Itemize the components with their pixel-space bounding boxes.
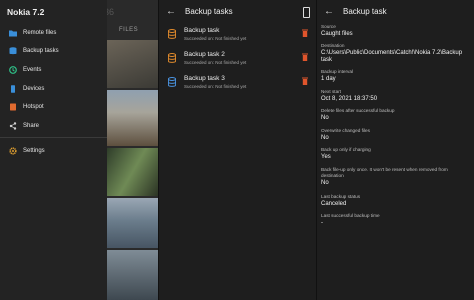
- task-status: Succeeded on: Not finished yet: [184, 60, 247, 65]
- field-label: Source: [321, 24, 336, 29]
- nav-divider: [0, 137, 107, 138]
- share-icon: [9, 121, 17, 130]
- nav-item-remote-files[interactable]: Remote files: [0, 24, 107, 41]
- detail-last-backup-status[interactable]: Last backup status Canceled: [321, 194, 471, 208]
- backup-task-detail-screen: ← Backup task Source Caught files Destin…: [316, 0, 474, 300]
- backup-task-row[interactable]: Backup task Succeeded on: Not finished y…: [159, 24, 317, 48]
- page-title: Backup task: [343, 7, 387, 16]
- app-title: Nokia 7.2: [7, 7, 45, 17]
- field-value: 1 day: [321, 76, 336, 82]
- delete-icon[interactable]: [302, 53, 308, 61]
- detail-back-up-once[interactable]: Back file-up only once. It won't be rese…: [321, 167, 471, 187]
- database-icon: [168, 29, 176, 39]
- field-label: Last backup status: [321, 194, 361, 199]
- navigation-screen: FILES 36 Nokia 7.2 Remote files Backup t…: [0, 0, 158, 300]
- database-icon: [168, 53, 176, 63]
- field-value: Canceled: [321, 201, 347, 207]
- top-app-bar: ← Backup task: [317, 0, 474, 24]
- detail-delete-after-backup[interactable]: Delete files after successful backup No: [321, 108, 471, 122]
- photo-tile[interactable]: [107, 148, 158, 196]
- nav-label: Hotspot: [23, 103, 44, 110]
- photo-grid-background: FILES: [107, 0, 158, 300]
- nav-item-backup-tasks[interactable]: Backup tasks: [0, 42, 107, 59]
- field-label: Destination: [321, 43, 345, 48]
- photo-tile[interactable]: [107, 90, 158, 146]
- nav-label: Backup tasks: [23, 47, 59, 54]
- nav-item-hotspot[interactable]: Hotspot: [0, 98, 107, 115]
- nav-label: Remote files: [23, 29, 57, 36]
- field-label: Backup interval: [321, 69, 354, 74]
- delete-icon[interactable]: [302, 29, 308, 37]
- detail-source[interactable]: Source Caught files: [321, 24, 471, 38]
- task-status: Succeeded on: Not finished yet: [184, 36, 247, 41]
- field-label: Delete files after successful backup: [321, 108, 395, 113]
- photo-tile[interactable]: [107, 40, 158, 88]
- detail-backup-interval[interactable]: Backup interval 1 day: [321, 69, 471, 83]
- field-value: Yes: [321, 154, 331, 160]
- task-name: Backup task 3: [184, 75, 225, 82]
- top-app-bar: ← Backup tasks: [159, 0, 317, 24]
- backup-tasks-screen: ← Backup tasks Backup task Succeeded on:…: [158, 0, 317, 300]
- detail-only-if-charging[interactable]: Back up only if charging Yes: [321, 147, 471, 161]
- nav-drawer: Nokia 7.2 Remote files Backup tasks Even…: [0, 0, 107, 300]
- phone-icon: [11, 84, 15, 93]
- nav-item-devices[interactable]: Devices: [0, 80, 107, 97]
- field-value: No: [321, 135, 329, 141]
- database-icon: [9, 46, 17, 54]
- photo-tile[interactable]: [107, 198, 158, 248]
- nav-item-events[interactable]: Events: [0, 61, 107, 78]
- field-label: Next start: [321, 89, 342, 94]
- detail-last-successful-time[interactable]: Last successful backup time -: [321, 213, 471, 227]
- back-arrow-icon[interactable]: ←: [166, 6, 176, 17]
- hotspot-icon: [10, 103, 16, 110]
- task-status: Succeeded on: Not finished yet: [184, 84, 247, 89]
- task-name: Backup task 2: [184, 51, 225, 58]
- detail-next-start[interactable]: Next start Oct 8, 2021 18:37:50: [321, 89, 471, 103]
- field-value: No: [321, 180, 329, 186]
- photo-tile[interactable]: [107, 250, 158, 300]
- field-value: C:\Users\Public\Documents\Catch!\Nokia 7…: [321, 50, 463, 63]
- nav-label: Events: [23, 66, 42, 73]
- detail-destination[interactable]: Destination C:\Users\Public\Documents\Ca…: [321, 43, 471, 64]
- nav-label: Share: [23, 122, 40, 129]
- backup-task-row[interactable]: Backup task 3 Succeeded on: Not finished…: [159, 72, 317, 96]
- device-icon[interactable]: [303, 7, 310, 18]
- history-icon: [9, 65, 17, 74]
- nav-label: Settings: [23, 147, 45, 154]
- field-label: Overwrite changed files: [321, 128, 370, 133]
- backup-task-row[interactable]: Backup task 2 Succeeded on: Not finished…: [159, 48, 317, 72]
- nav-label: Devices: [23, 85, 45, 92]
- field-value: -: [321, 220, 323, 226]
- gear-icon: [9, 146, 17, 155]
- task-name: Backup task: [184, 27, 220, 34]
- field-value: Caught files: [321, 31, 353, 37]
- folder-icon: [9, 30, 17, 36]
- field-value: Oct 8, 2021 18:37:50: [321, 96, 378, 102]
- delete-icon[interactable]: [302, 77, 308, 85]
- database-icon: [168, 77, 176, 87]
- nav-item-settings[interactable]: Settings: [0, 142, 107, 159]
- field-label: Back file-up only once. It won't be rese…: [321, 167, 448, 178]
- detail-overwrite-changed[interactable]: Overwrite changed files No: [321, 128, 471, 142]
- files-tab[interactable]: FILES: [119, 27, 138, 33]
- field-label: Last successful backup time: [321, 213, 380, 218]
- field-value: No: [321, 115, 329, 121]
- page-title: Backup tasks: [185, 7, 233, 16]
- back-arrow-icon[interactable]: ←: [324, 6, 334, 17]
- nav-item-share[interactable]: Share: [0, 117, 107, 134]
- field-label: Back up only if charging: [321, 147, 371, 152]
